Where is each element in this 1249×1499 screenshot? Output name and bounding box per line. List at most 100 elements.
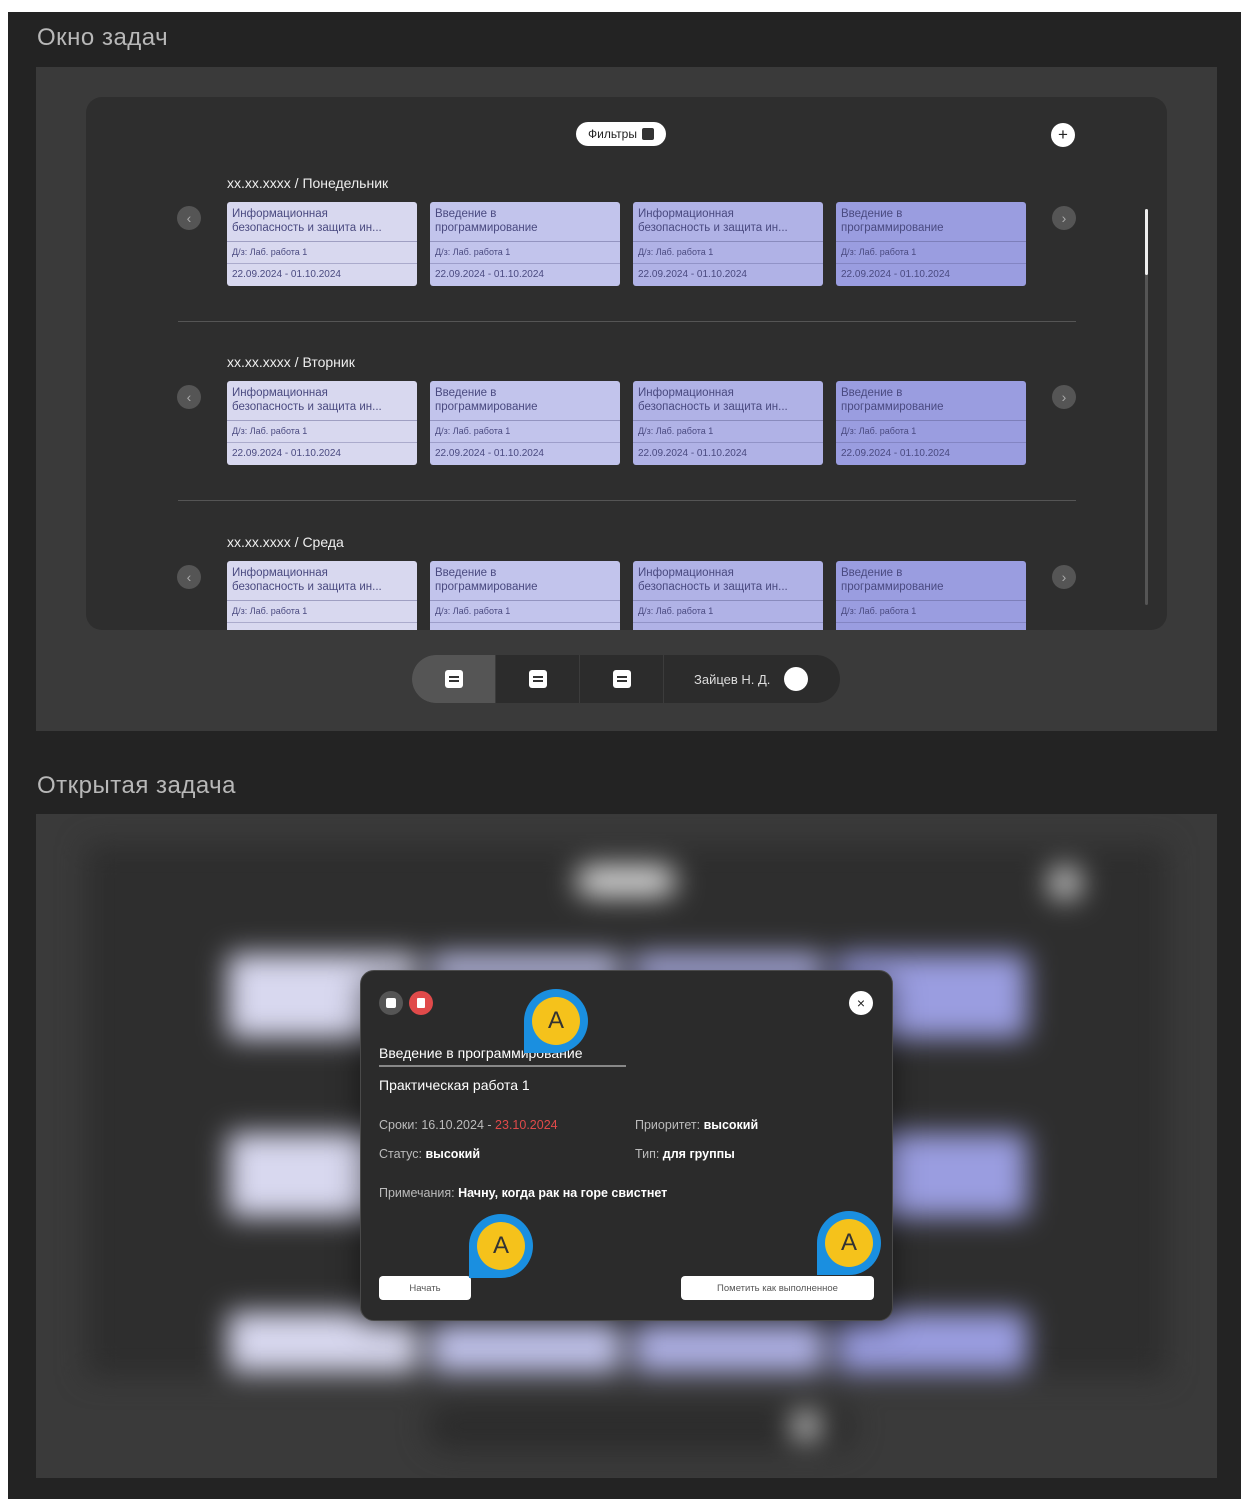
task-card[interactable]: Введение в программирование Д/з: Лаб. раб… [836, 381, 1026, 465]
annotation-marker-icon: A [469, 1214, 533, 1278]
calendar-icon [612, 670, 631, 688]
scroll-right-arrow-icon[interactable]: › [1052, 565, 1076, 589]
card-title-line-1: Введение в [841, 208, 903, 220]
card-subtitle: Д/з: Лаб. работа 1 [227, 421, 417, 443]
filters-label: Фильтры [588, 127, 637, 141]
card-title-line-2: программирование [841, 222, 944, 234]
task-card[interactable]: Введение в программирование Д/з: Лаб. раб… [836, 561, 1026, 630]
task-card[interactable]: Информационная безопасность и защита ин..… [633, 381, 823, 465]
card-dates: 22.09.2024 - 01.10.2024 [435, 269, 544, 280]
card-subtitle: Д/з: Лаб. работа 1 [430, 601, 620, 623]
card-dates: 22.09.2024 - 01.10.2024 [841, 448, 950, 459]
priority-value: высокий [703, 1118, 759, 1132]
card-title-line-1: Информационная [232, 567, 328, 579]
nav-tasks-button[interactable] [412, 655, 496, 703]
task-modal: × Введение в программирование Практическ… [360, 970, 893, 1321]
theme-toggle[interactable] [784, 667, 809, 691]
card-subtitle: Д/з: Лаб. работа 1 [633, 421, 823, 443]
card-title-line-1: Введение в [435, 567, 497, 579]
filters-button[interactable]: Фильтры [576, 122, 666, 146]
deadline-field: Сроки: 16.10.2024 - 23.10.2024 [379, 1118, 558, 1132]
task-card[interactable]: Информационная безопасность и защита ин..… [227, 202, 417, 286]
blurred-card [228, 1312, 418, 1372]
scroll-left-arrow-icon[interactable]: ‹ [177, 385, 201, 409]
card-subtitle: Д/з: Лаб. работа 1 [633, 601, 823, 623]
scroll-left-arrow-icon[interactable]: ‹ [177, 206, 201, 230]
blurred-card [431, 1312, 621, 1372]
card-title: Введение в программирование [430, 202, 620, 242]
tasks-icon [444, 670, 463, 688]
card-title: Введение в программирование [430, 381, 620, 421]
card-title-line-1: Введение в [435, 387, 497, 399]
day-group: xx.xx.xxxx / Среда ‹ Информационная безоп… [86, 534, 1146, 630]
priority-field: Приоритет: высокий [635, 1118, 758, 1132]
priority-label: Приоритет: [635, 1118, 701, 1132]
add-task-button[interactable]: + [1051, 123, 1075, 147]
card-dates: 22.09.2024 - 01.10.2024 [232, 448, 341, 459]
scroll-right-arrow-icon[interactable]: › [1052, 206, 1076, 230]
filter-icon [641, 128, 654, 140]
card-dates: 22.09.2024 - 01.10.2024 [435, 448, 544, 459]
card-title: Информационная безопасность и защита ин..… [227, 381, 417, 421]
task-card[interactable]: Информационная безопасность и защита ин..… [227, 381, 417, 465]
type-field: Тип: для группы [635, 1147, 735, 1161]
card-subtitle: Д/з: Лаб. работа 1 [227, 242, 417, 264]
card-title: Информационная безопасность и защита ин..… [227, 561, 417, 601]
card-title-line-2: программирование [841, 401, 944, 413]
card-dates: 22.09.2024 - 01.10.2024 [232, 269, 341, 280]
task-card[interactable]: Введение в программирование Д/з: Лаб. раб… [430, 561, 620, 630]
card-title-line-2: безопасность и защита ин... [232, 222, 382, 234]
day-group: xx.xx.xxxx / Понедельник ‹ Информационна… [86, 175, 1146, 287]
card-dates: 22.09.2024 - 01.10.2024 [638, 269, 747, 280]
task-card[interactable]: Информационная безопасность и защита ин..… [633, 561, 823, 630]
start-button[interactable]: Начать [379, 1276, 471, 1300]
task-card[interactable]: Введение в программирование Д/з: Лаб. раб… [430, 381, 620, 465]
day-title: xx.xx.xxxx / Среда [227, 534, 344, 550]
card-row: Информационная безопасность и защита ин..… [227, 202, 1027, 286]
blurred-filters [576, 866, 676, 896]
scroll-right-arrow-icon[interactable]: › [1052, 385, 1076, 409]
card-subtitle: Д/з: Лаб. работа 1 [836, 421, 1026, 443]
task-card[interactable]: Введение в программирование Д/з: Лаб. раб… [430, 202, 620, 286]
notes-field: Примечания: Начну, когда рак на горе сви… [379, 1186, 667, 1200]
day-title: xx.xx.xxxx / Понедельник [227, 175, 389, 191]
card-title-line-2: безопасность и защита ин... [638, 581, 788, 593]
scrollbar[interactable] [1145, 209, 1148, 605]
edit-button[interactable] [379, 991, 403, 1015]
card-title: Введение в программирование [430, 561, 620, 601]
open-task-panel: × Введение в программирование Практическ… [36, 814, 1217, 1478]
scrollbar-thumb[interactable] [1145, 209, 1148, 275]
card-title-line-1: Информационная [232, 387, 328, 399]
type-value: для группы [662, 1147, 735, 1161]
mark-complete-button[interactable]: Пометить как выполненное [681, 1276, 874, 1300]
blurred-card [634, 1312, 824, 1372]
card-title-line-2: программирование [435, 401, 538, 413]
tasks-window: Фильтры + xx.xx.xxxx / Понедельник ‹ Инф… [86, 97, 1167, 630]
task-card[interactable]: Введение в программирование Д/з: Лаб. раб… [836, 202, 1026, 286]
nav-list-button[interactable] [496, 655, 580, 703]
card-subtitle: Д/з: Лаб. работа 1 [227, 601, 417, 623]
card-title: Информационная безопасность и защита ин..… [227, 202, 417, 242]
delete-button[interactable] [409, 991, 433, 1015]
task-card[interactable]: Информационная безопасность и защита ин..… [227, 561, 417, 630]
deadline-end: 23.10.2024 [495, 1118, 558, 1132]
list-icon [528, 670, 547, 688]
marker-label: A [825, 1219, 873, 1267]
card-title: Информационная безопасность и защита ин..… [633, 202, 823, 242]
day-divider [178, 321, 1076, 322]
user-block: Зайцев Н. Д. [664, 667, 809, 691]
day-divider [178, 500, 1076, 501]
card-subtitle: Д/з: Лаб. работа 1 [633, 242, 823, 264]
card-title-line-1: Информационная [638, 208, 734, 220]
blurred-toggle [792, 1412, 820, 1440]
nav-calendar-button[interactable] [580, 655, 664, 703]
card-title-line-2: программирование [841, 581, 944, 593]
card-title: Информационная безопасность и защита ин..… [633, 381, 823, 421]
card-title-line-1: Введение в [841, 387, 903, 399]
task-card[interactable]: Информационная безопасность и защита ин..… [633, 202, 823, 286]
card-title-line-2: программирование [435, 581, 538, 593]
card-subtitle: Д/з: Лаб. работа 1 [430, 421, 620, 443]
close-button[interactable]: × [849, 991, 873, 1015]
card-title-line-1: Информационная [638, 567, 734, 579]
scroll-left-arrow-icon[interactable]: ‹ [177, 565, 201, 589]
